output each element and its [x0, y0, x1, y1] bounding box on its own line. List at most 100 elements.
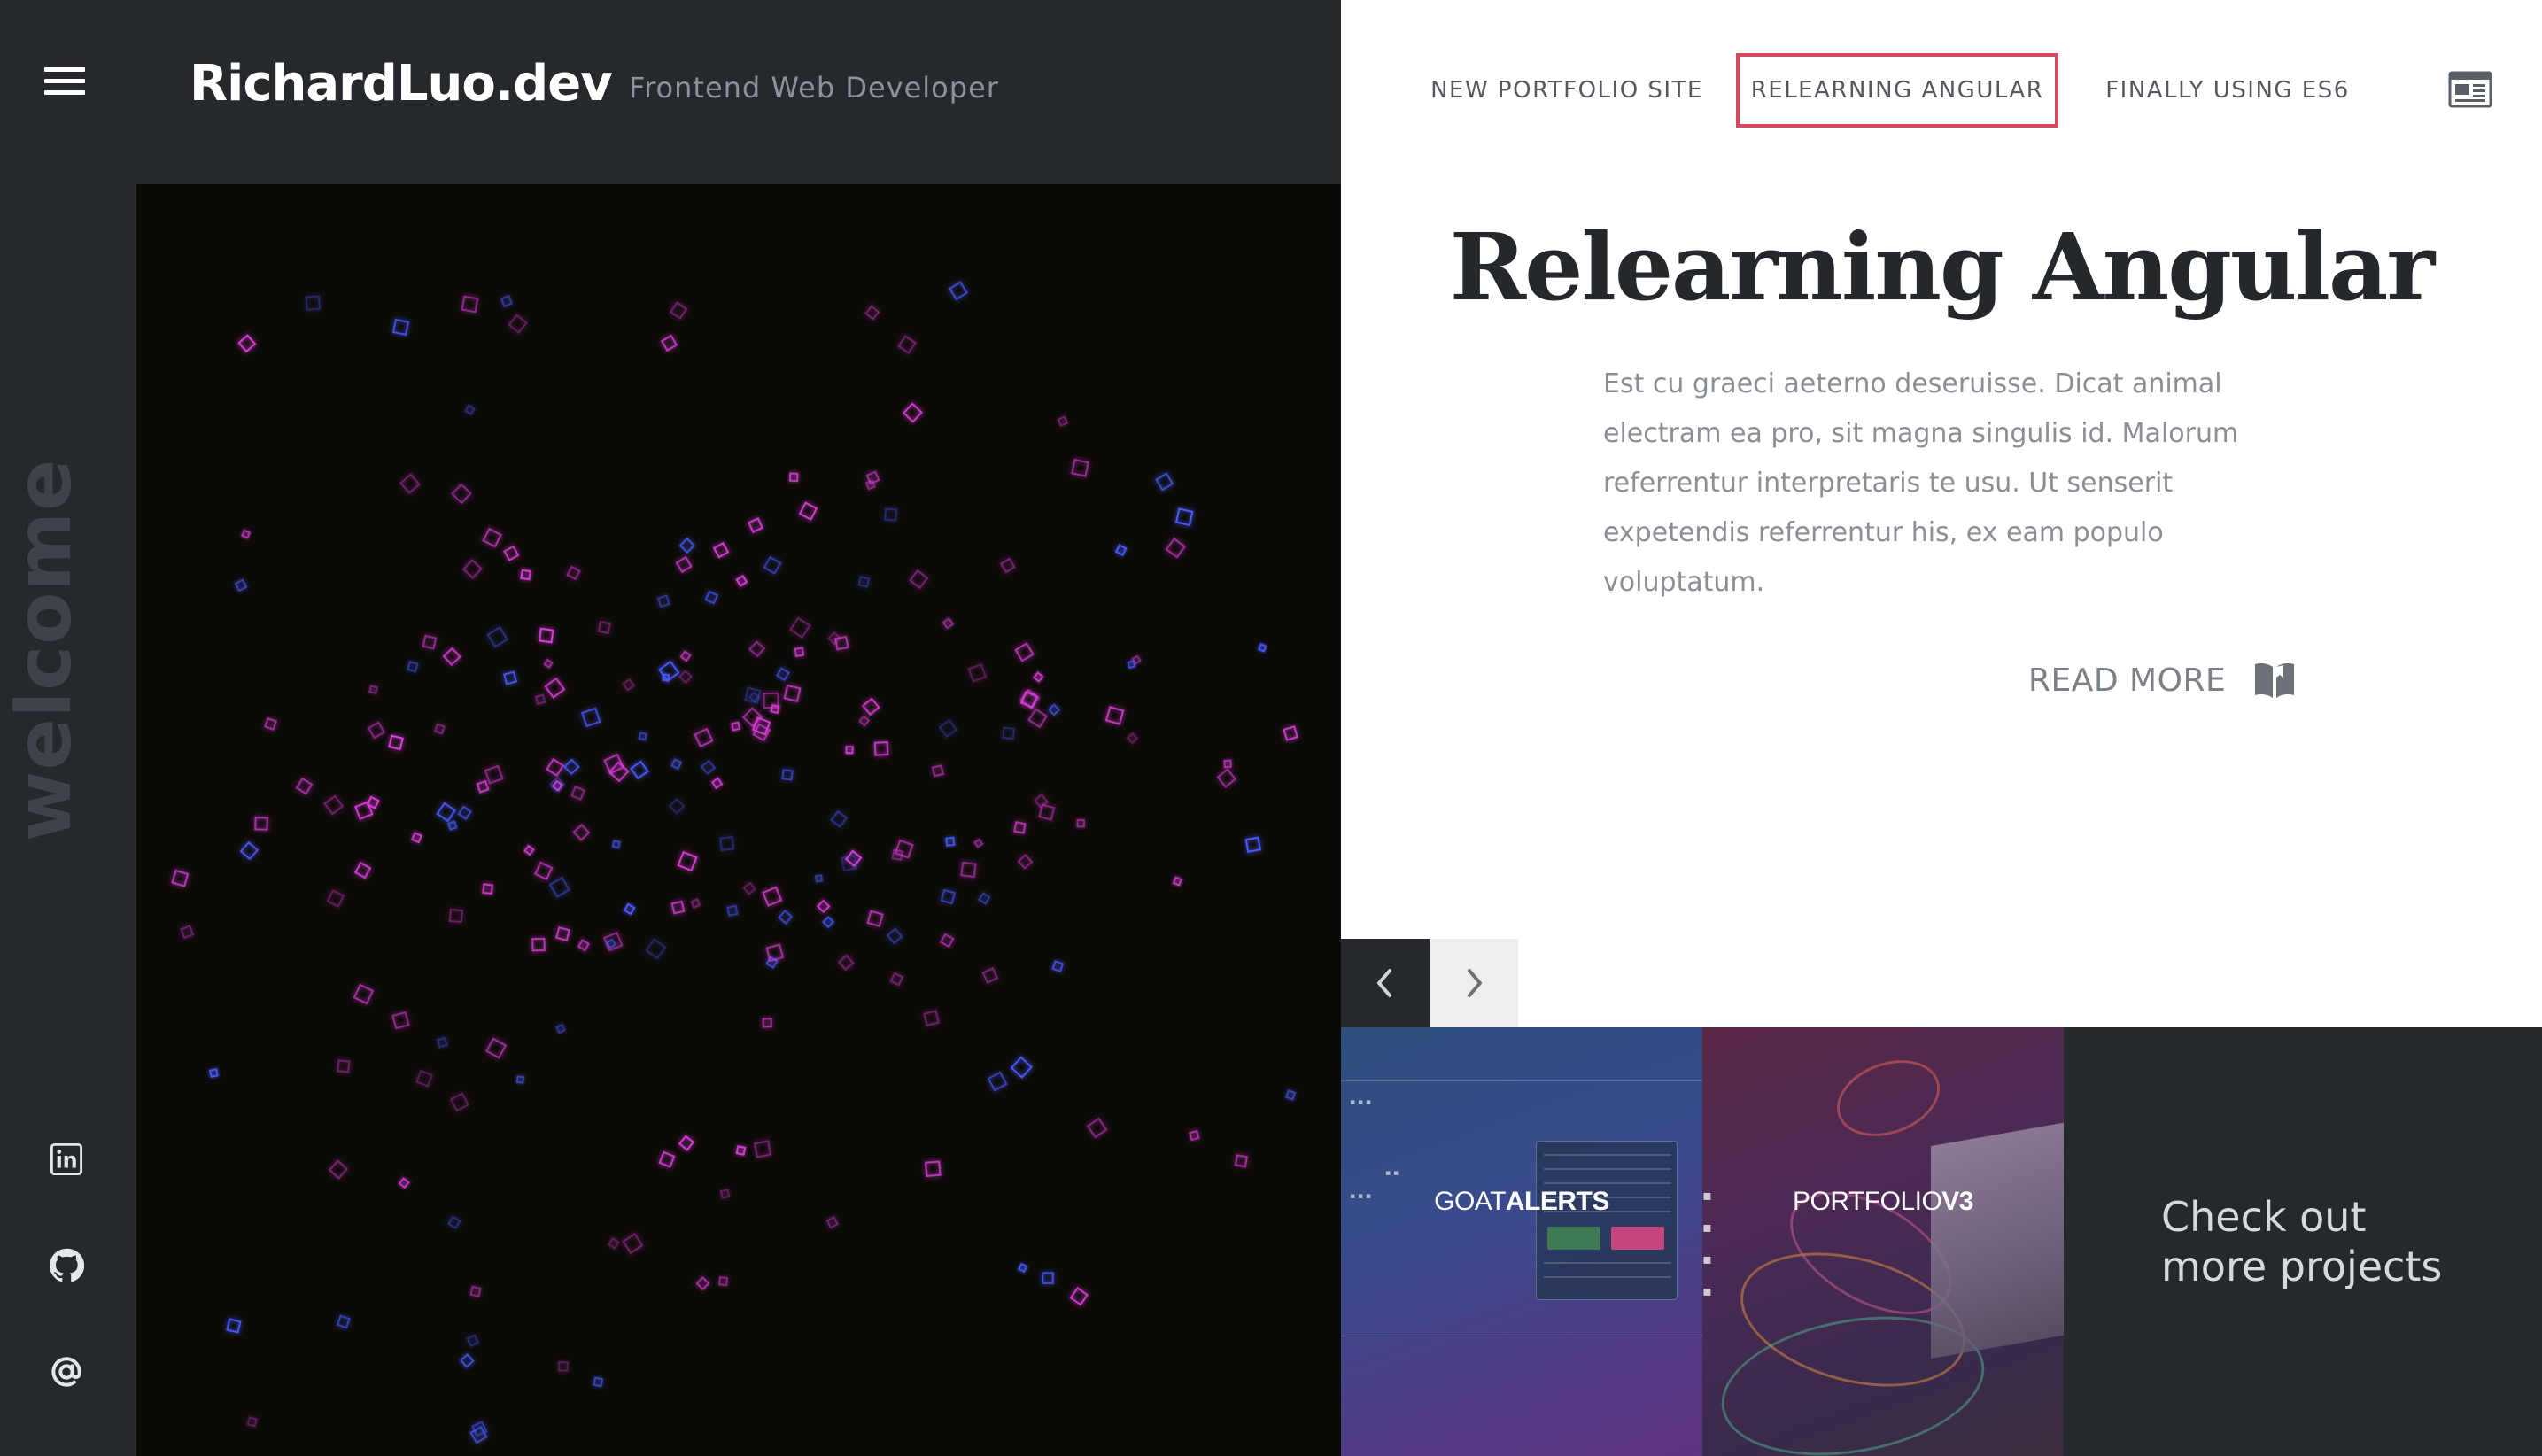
particle — [660, 334, 678, 352]
project-title-thin: GOAT — [1434, 1187, 1506, 1216]
particle — [1027, 708, 1048, 729]
particle — [566, 565, 581, 581]
particle — [1223, 759, 1232, 769]
mock-ui-text: ▪ ▪ ▪ — [1350, 1098, 1372, 1107]
linkedin-link[interactable] — [44, 1137, 89, 1181]
mock-row — [1544, 1276, 1671, 1278]
particle — [694, 727, 714, 748]
particle — [459, 1352, 475, 1368]
particle — [1126, 732, 1139, 745]
particle — [433, 723, 446, 735]
particle — [548, 876, 570, 898]
particle — [398, 1177, 410, 1189]
particle — [326, 889, 345, 908]
particle — [889, 972, 904, 987]
particle — [678, 1135, 695, 1151]
particle — [763, 555, 782, 575]
tab-finally-using-es6[interactable]: FINALLY USING ES6 — [2073, 53, 2383, 128]
particle — [1086, 1117, 1108, 1139]
particle — [415, 1069, 433, 1088]
mock-row — [1544, 1154, 1671, 1156]
chevron-left-icon — [1377, 969, 1391, 997]
carousel-prev-button[interactable] — [1341, 939, 1430, 1027]
particle — [407, 660, 419, 673]
particle — [457, 805, 472, 820]
more-projects-label: Check out more projects — [2161, 1193, 2443, 1290]
particle — [226, 1318, 242, 1334]
particle — [557, 1360, 569, 1372]
particle — [670, 900, 686, 915]
particle — [1042, 1272, 1054, 1284]
particle — [538, 627, 554, 644]
email-link[interactable] — [44, 1350, 89, 1394]
particle — [264, 717, 277, 731]
particle-field — [171, 281, 1298, 1444]
particle — [884, 507, 898, 522]
particle — [1038, 803, 1056, 821]
more-projects-card[interactable]: Check out more projects — [2064, 1027, 2542, 1456]
mock-ui-text: ▪ ▪ — [1385, 1169, 1399, 1178]
particle — [448, 908, 463, 924]
particle — [1174, 507, 1194, 527]
particle — [515, 1075, 525, 1084]
particle — [607, 1236, 620, 1250]
particle — [1165, 537, 1187, 559]
particle — [246, 1416, 259, 1428]
particle — [464, 404, 476, 416]
mock-nav-text: ▪ — [1702, 1282, 1712, 1299]
particle — [789, 616, 811, 639]
particle — [208, 1068, 219, 1079]
particle — [678, 670, 693, 685]
particle — [873, 741, 889, 756]
particle — [735, 574, 748, 587]
project-card-portfolio-v3[interactable]: ▪ ▪ ▪ ▪ PORTFOLIOV3 — [1702, 1027, 2064, 1456]
particle — [503, 670, 518, 685]
project-title-portfolio-v3: PORTFOLIOV3 — [1702, 1187, 2064, 1217]
particle — [719, 835, 735, 852]
particle — [295, 777, 314, 795]
project-card-goat-alerts[interactable]: ▪ ▪ ▪ ▪ ▪ ▪ ▪ ▪ GOATALERTS — [1341, 1027, 1702, 1456]
particle — [700, 759, 717, 775]
particle — [857, 576, 871, 588]
particle — [675, 555, 693, 574]
site-brand-logo[interactable]: RichardLuo.dev — [190, 55, 613, 112]
particle — [886, 927, 903, 945]
particle — [841, 855, 858, 871]
carousel-next-button[interactable] — [1430, 939, 1518, 1027]
particle — [825, 1216, 839, 1229]
particle — [485, 1037, 508, 1059]
mock-laptop-screen — [1931, 1120, 2064, 1359]
particle — [822, 916, 835, 929]
particle — [731, 721, 741, 732]
particle — [461, 558, 483, 580]
mock-row — [1544, 1262, 1671, 1264]
hamburger-menu-button[interactable] — [41, 62, 90, 103]
linkedin-icon — [50, 1142, 83, 1176]
particle — [572, 823, 591, 841]
particle — [783, 684, 802, 702]
particle — [534, 693, 546, 706]
particle — [748, 640, 766, 658]
tab-relearning-angular[interactable]: RELEARNING ANGULAR — [1736, 53, 2058, 128]
particle — [484, 764, 504, 785]
particle — [388, 734, 404, 751]
particle — [367, 721, 385, 740]
hamburger-icon-bar — [44, 90, 85, 95]
particle — [503, 545, 520, 561]
particle — [520, 569, 532, 581]
particle — [973, 838, 984, 848]
particle — [987, 1071, 1008, 1092]
particle — [622, 1232, 644, 1255]
particle — [1284, 1089, 1297, 1101]
site-header: RichardLuo.dev Frontend Web Developer — [136, 0, 1341, 184]
particle — [967, 663, 988, 683]
particle — [461, 295, 479, 314]
tab-new-portfolio-site[interactable]: NEW PORTFOLIO SITE — [1412, 53, 1722, 128]
particle — [476, 779, 490, 794]
newspaper-icon[interactable] — [2448, 71, 2492, 108]
github-link[interactable] — [44, 1243, 89, 1288]
particle — [1071, 458, 1089, 477]
particle — [645, 938, 667, 960]
particle — [670, 758, 683, 771]
read-more-link[interactable]: READ MORE — [2028, 661, 2297, 700]
